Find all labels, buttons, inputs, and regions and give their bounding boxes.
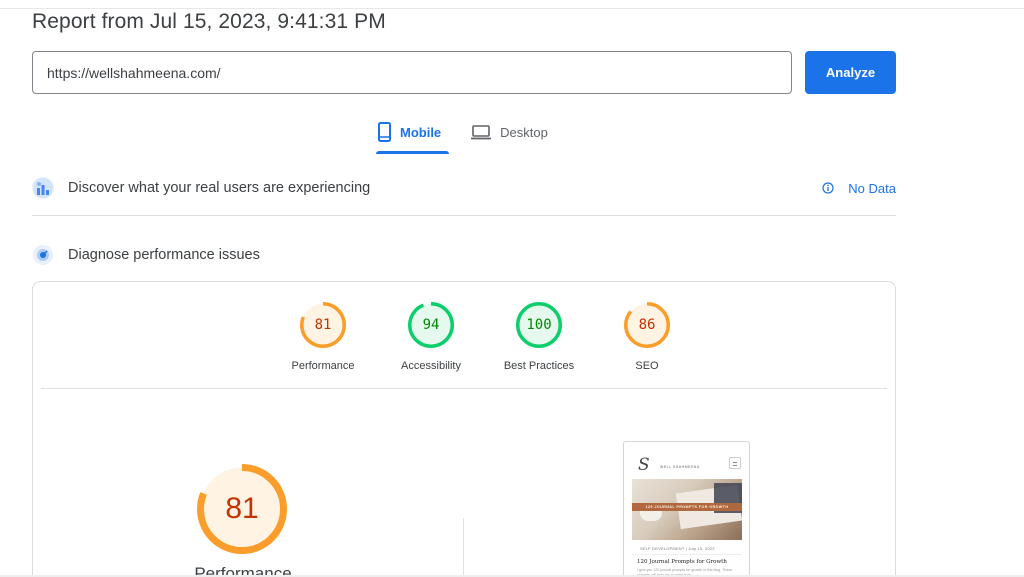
url-input[interactable]	[32, 51, 792, 94]
users-chart-icon	[32, 177, 54, 199]
gauge-ring: 86	[624, 302, 670, 348]
page-title: Report from Jul 15, 2023, 9:41:31 PM	[32, 10, 386, 33]
post-meta: SELF DEVELOPMENT | July 15, 2023	[640, 546, 715, 551]
gauge-best-practices[interactable]: 100 Best Practices	[485, 302, 593, 372]
device-tabs: Mobile Desktop	[370, 112, 570, 156]
gauge-label: Performance	[291, 360, 355, 372]
top-border	[0, 8, 1024, 9]
tab-desktop-label: Desktop	[500, 124, 548, 140]
analyze-button[interactable]: Analyze	[805, 51, 896, 94]
site-logo-text: WELL SHAHMEENA	[660, 465, 700, 469]
gauge-ring: 100	[516, 302, 562, 348]
post-divider	[632, 554, 742, 555]
no-data-label: No Data	[848, 180, 896, 196]
info-icon	[822, 182, 834, 194]
post-title: 120 Journal Prompts for Growth	[637, 559, 727, 565]
lab-data-label: Diagnose performance issues	[68, 247, 260, 263]
tab-mobile-label: Mobile	[400, 124, 442, 140]
lab-data-row: Diagnose performance issues	[32, 244, 896, 266]
diagnose-icon	[32, 244, 54, 266]
gauge-score: 94	[422, 317, 440, 333]
tab-mobile[interactable]: Mobile	[370, 112, 450, 154]
gauge-score: 86	[638, 317, 656, 333]
hamburger-menu-icon	[729, 457, 741, 469]
vertical-divider	[463, 518, 464, 577]
page-screenshot-thumbnail: S WELL SHAHMEENA 120 JOURNAL PROMPTS FOR…	[623, 441, 750, 577]
gauge-accessibility[interactable]: 94 Accessibility	[377, 302, 485, 372]
section-divider	[32, 215, 896, 216]
gauge-performance[interactable]: 81 Performance	[269, 302, 377, 372]
gauge-ring: 81	[300, 302, 346, 348]
gauge-label: SEO	[635, 360, 659, 372]
no-data-link[interactable]: No Data	[822, 181, 896, 196]
hero-image: 120 JOURNAL PROMPTS FOR GROWTH	[632, 479, 742, 540]
hero-banner-text: 120 JOURNAL PROMPTS FOR GROWTH	[632, 503, 742, 511]
performance-main-gauge: 81	[197, 464, 287, 554]
field-data-label: Discover what your real users are experi…	[68, 180, 371, 196]
performance-main-score: 81	[225, 492, 259, 525]
field-data-row: Discover what your real users are experi…	[32, 177, 896, 199]
gauge-seo[interactable]: 86 SEO	[593, 302, 701, 372]
gauge-ring: 94	[408, 302, 454, 348]
score-gauges: 81 Performance 94 Accessibility 100 Best…	[269, 302, 701, 372]
card-divider	[41, 388, 887, 389]
phone-icon	[378, 122, 391, 142]
laptop-icon	[471, 124, 492, 139]
results-card: 81 Performance 94 Accessibility 100 Best…	[32, 281, 896, 577]
gauge-label: Accessibility	[401, 360, 461, 372]
tab-desktop[interactable]: Desktop	[463, 112, 556, 152]
gauge-label: Best Practices	[503, 360, 575, 372]
gauge-score: 100	[526, 317, 552, 333]
gauge-score: 81	[314, 317, 332, 333]
site-logo-letter: S	[638, 455, 650, 475]
